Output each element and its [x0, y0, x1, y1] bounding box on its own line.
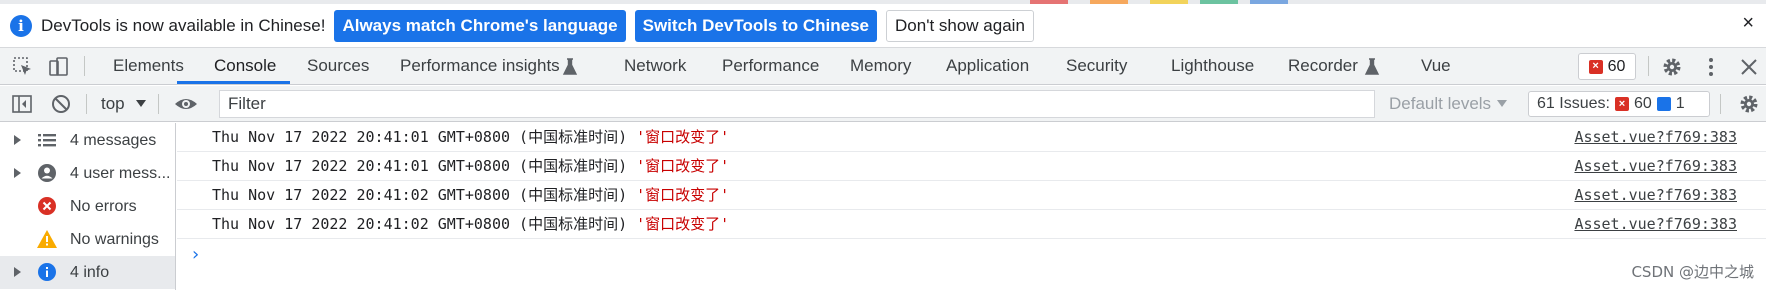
expand-arrow-icon[interactable] — [14, 135, 21, 145]
sidebar-item-label: 4 info — [70, 264, 110, 281]
tab-network[interactable]: Network — [624, 48, 686, 84]
tab-memory[interactable]: Memory — [850, 48, 911, 84]
console-sidebar: 4 messages 4 user mess... No errors No w… — [0, 123, 176, 290]
source-link[interactable]: Asset.vue?f769:383 — [1574, 181, 1737, 209]
console-message: Thu Nov 17 2022 20:41:01 GMT+0800 (中国标准时… — [177, 123, 1766, 152]
console-message: Thu Nov 17 2022 20:41:02 GMT+0800 (中国标准时… — [177, 210, 1766, 239]
infobar-message: DevTools is now available in Chinese! — [41, 15, 326, 35]
console-prompt[interactable]: › — [192, 244, 199, 265]
active-tab-indicator — [177, 81, 290, 84]
message-text: Thu Nov 17 2022 20:41:02 GMT+0800 (中国标准时… — [212, 186, 730, 204]
default-levels-dropdown[interactable]: Default levels — [1389, 86, 1491, 122]
warning-icon — [37, 230, 57, 248]
list-icon — [38, 134, 56, 147]
clear-console-icon[interactable] — [50, 93, 72, 115]
tab-recorder[interactable]: Recorder — [1288, 48, 1358, 84]
divider — [1720, 94, 1721, 114]
error-count: 60 — [1607, 57, 1626, 75]
console-messages: Thu Nov 17 2022 20:41:01 GMT+0800 (中国标准时… — [177, 123, 1766, 290]
message-string: '窗口改变了' — [636, 157, 730, 175]
message-string: '窗口改变了' — [636, 186, 730, 204]
message-text: Thu Nov 17 2022 20:41:01 GMT+0800 (中国标准时… — [212, 157, 730, 175]
error-icon: × — [1588, 59, 1603, 74]
gear-icon[interactable] — [1661, 56, 1683, 78]
console-settings-gear-icon[interactable] — [1738, 93, 1760, 115]
language-infobar: i DevTools is now available in Chinese! … — [0, 4, 1766, 48]
sidebar-item-label: 4 user mess... — [70, 165, 171, 182]
issues-error-count: 60 — [1633, 95, 1652, 112]
expand-arrow-icon[interactable] — [14, 267, 21, 277]
tab-console[interactable]: Console — [214, 48, 276, 84]
devtools-tabbar: Elements Console Sources Performance ins… — [0, 48, 1766, 85]
close-icon[interactable]: × — [1742, 12, 1754, 35]
sidebar-item-label: 4 messages — [70, 132, 157, 149]
divider — [1648, 56, 1649, 76]
divider — [158, 94, 159, 114]
context-selector[interactable]: top — [101, 86, 125, 122]
experiment-flask-icon — [1364, 58, 1380, 75]
error-icon — [38, 197, 56, 215]
error-icon: × — [1614, 97, 1629, 111]
tab-performance-insights[interactable]: Performance insights — [400, 48, 560, 84]
inspect-element-icon[interactable] — [12, 56, 34, 78]
message-icon — [1656, 97, 1671, 111]
message-text: Thu Nov 17 2022 20:41:01 GMT+0800 (中国标准时… — [212, 128, 730, 146]
tab-vue[interactable]: Vue — [1421, 48, 1451, 84]
sidebar-item-errors[interactable]: No errors — [0, 190, 175, 223]
divider — [84, 56, 85, 76]
issues-info-count: 1 — [1675, 95, 1685, 112]
issues-button[interactable]: 61 Issues: × 60 1 — [1528, 91, 1710, 117]
live-expression-eye-icon[interactable] — [173, 93, 199, 115]
filter-input[interactable]: Filter — [219, 90, 1375, 118]
tab-elements[interactable]: Elements — [113, 48, 184, 84]
source-link[interactable]: Asset.vue?f769:383 — [1574, 210, 1737, 238]
sidebar-item-warnings[interactable]: No warnings — [0, 223, 175, 256]
info-icon: i — [10, 14, 32, 37]
console-message: Thu Nov 17 2022 20:41:01 GMT+0800 (中国标准时… — [177, 152, 1766, 181]
chevron-down-icon — [1497, 100, 1507, 107]
console-toolbar: top Filter Default levels 61 Issues: × 6… — [0, 86, 1766, 122]
switch-to-chinese-button[interactable]: Switch DevTools to Chinese — [634, 9, 878, 42]
dont-show-again-button[interactable]: Don't show again — [886, 9, 1034, 42]
sidebar-item-messages[interactable]: 4 messages — [0, 124, 175, 157]
issues-label: 61 Issues: — [1537, 95, 1610, 112]
source-link[interactable]: Asset.vue?f769:383 — [1574, 123, 1737, 151]
tab-sources[interactable]: Sources — [307, 48, 369, 84]
toggle-sidebar-icon[interactable] — [11, 93, 33, 115]
sidebar-item-user-messages[interactable]: 4 user mess... — [0, 157, 175, 190]
sidebar-item-label: No warnings — [70, 231, 159, 248]
tab-lighthouse[interactable]: Lighthouse — [1171, 48, 1254, 84]
source-link[interactable]: Asset.vue?f769:383 — [1574, 152, 1737, 180]
always-match-language-button[interactable]: Always match Chrome's language — [334, 9, 626, 42]
message-text: Thu Nov 17 2022 20:41:02 GMT+0800 (中国标准时… — [212, 215, 730, 233]
divider — [86, 94, 87, 114]
experiment-flask-icon — [562, 58, 578, 75]
tab-security[interactable]: Security — [1066, 48, 1127, 84]
close-devtools-icon[interactable] — [1738, 56, 1760, 78]
console-message: Thu Nov 17 2022 20:41:02 GMT+0800 (中国标准时… — [177, 181, 1766, 210]
error-count-badge[interactable]: × 60 — [1578, 53, 1636, 80]
expand-arrow-icon[interactable] — [14, 168, 21, 178]
sidebar-item-label: No errors — [70, 198, 137, 215]
info-icon — [38, 263, 56, 281]
device-toolbar-icon[interactable] — [48, 56, 70, 78]
more-options-icon[interactable] — [1700, 56, 1722, 78]
chevron-down-icon — [136, 100, 146, 107]
watermark: CSDN @边中之城 — [1631, 263, 1754, 281]
sidebar-item-info[interactable]: 4 info — [0, 256, 175, 289]
message-string: '窗口改变了' — [636, 215, 730, 233]
tab-performance[interactable]: Performance — [722, 48, 819, 84]
tab-application[interactable]: Application — [946, 48, 1029, 84]
user-icon — [38, 164, 56, 182]
message-string: '窗口改变了' — [636, 128, 730, 146]
